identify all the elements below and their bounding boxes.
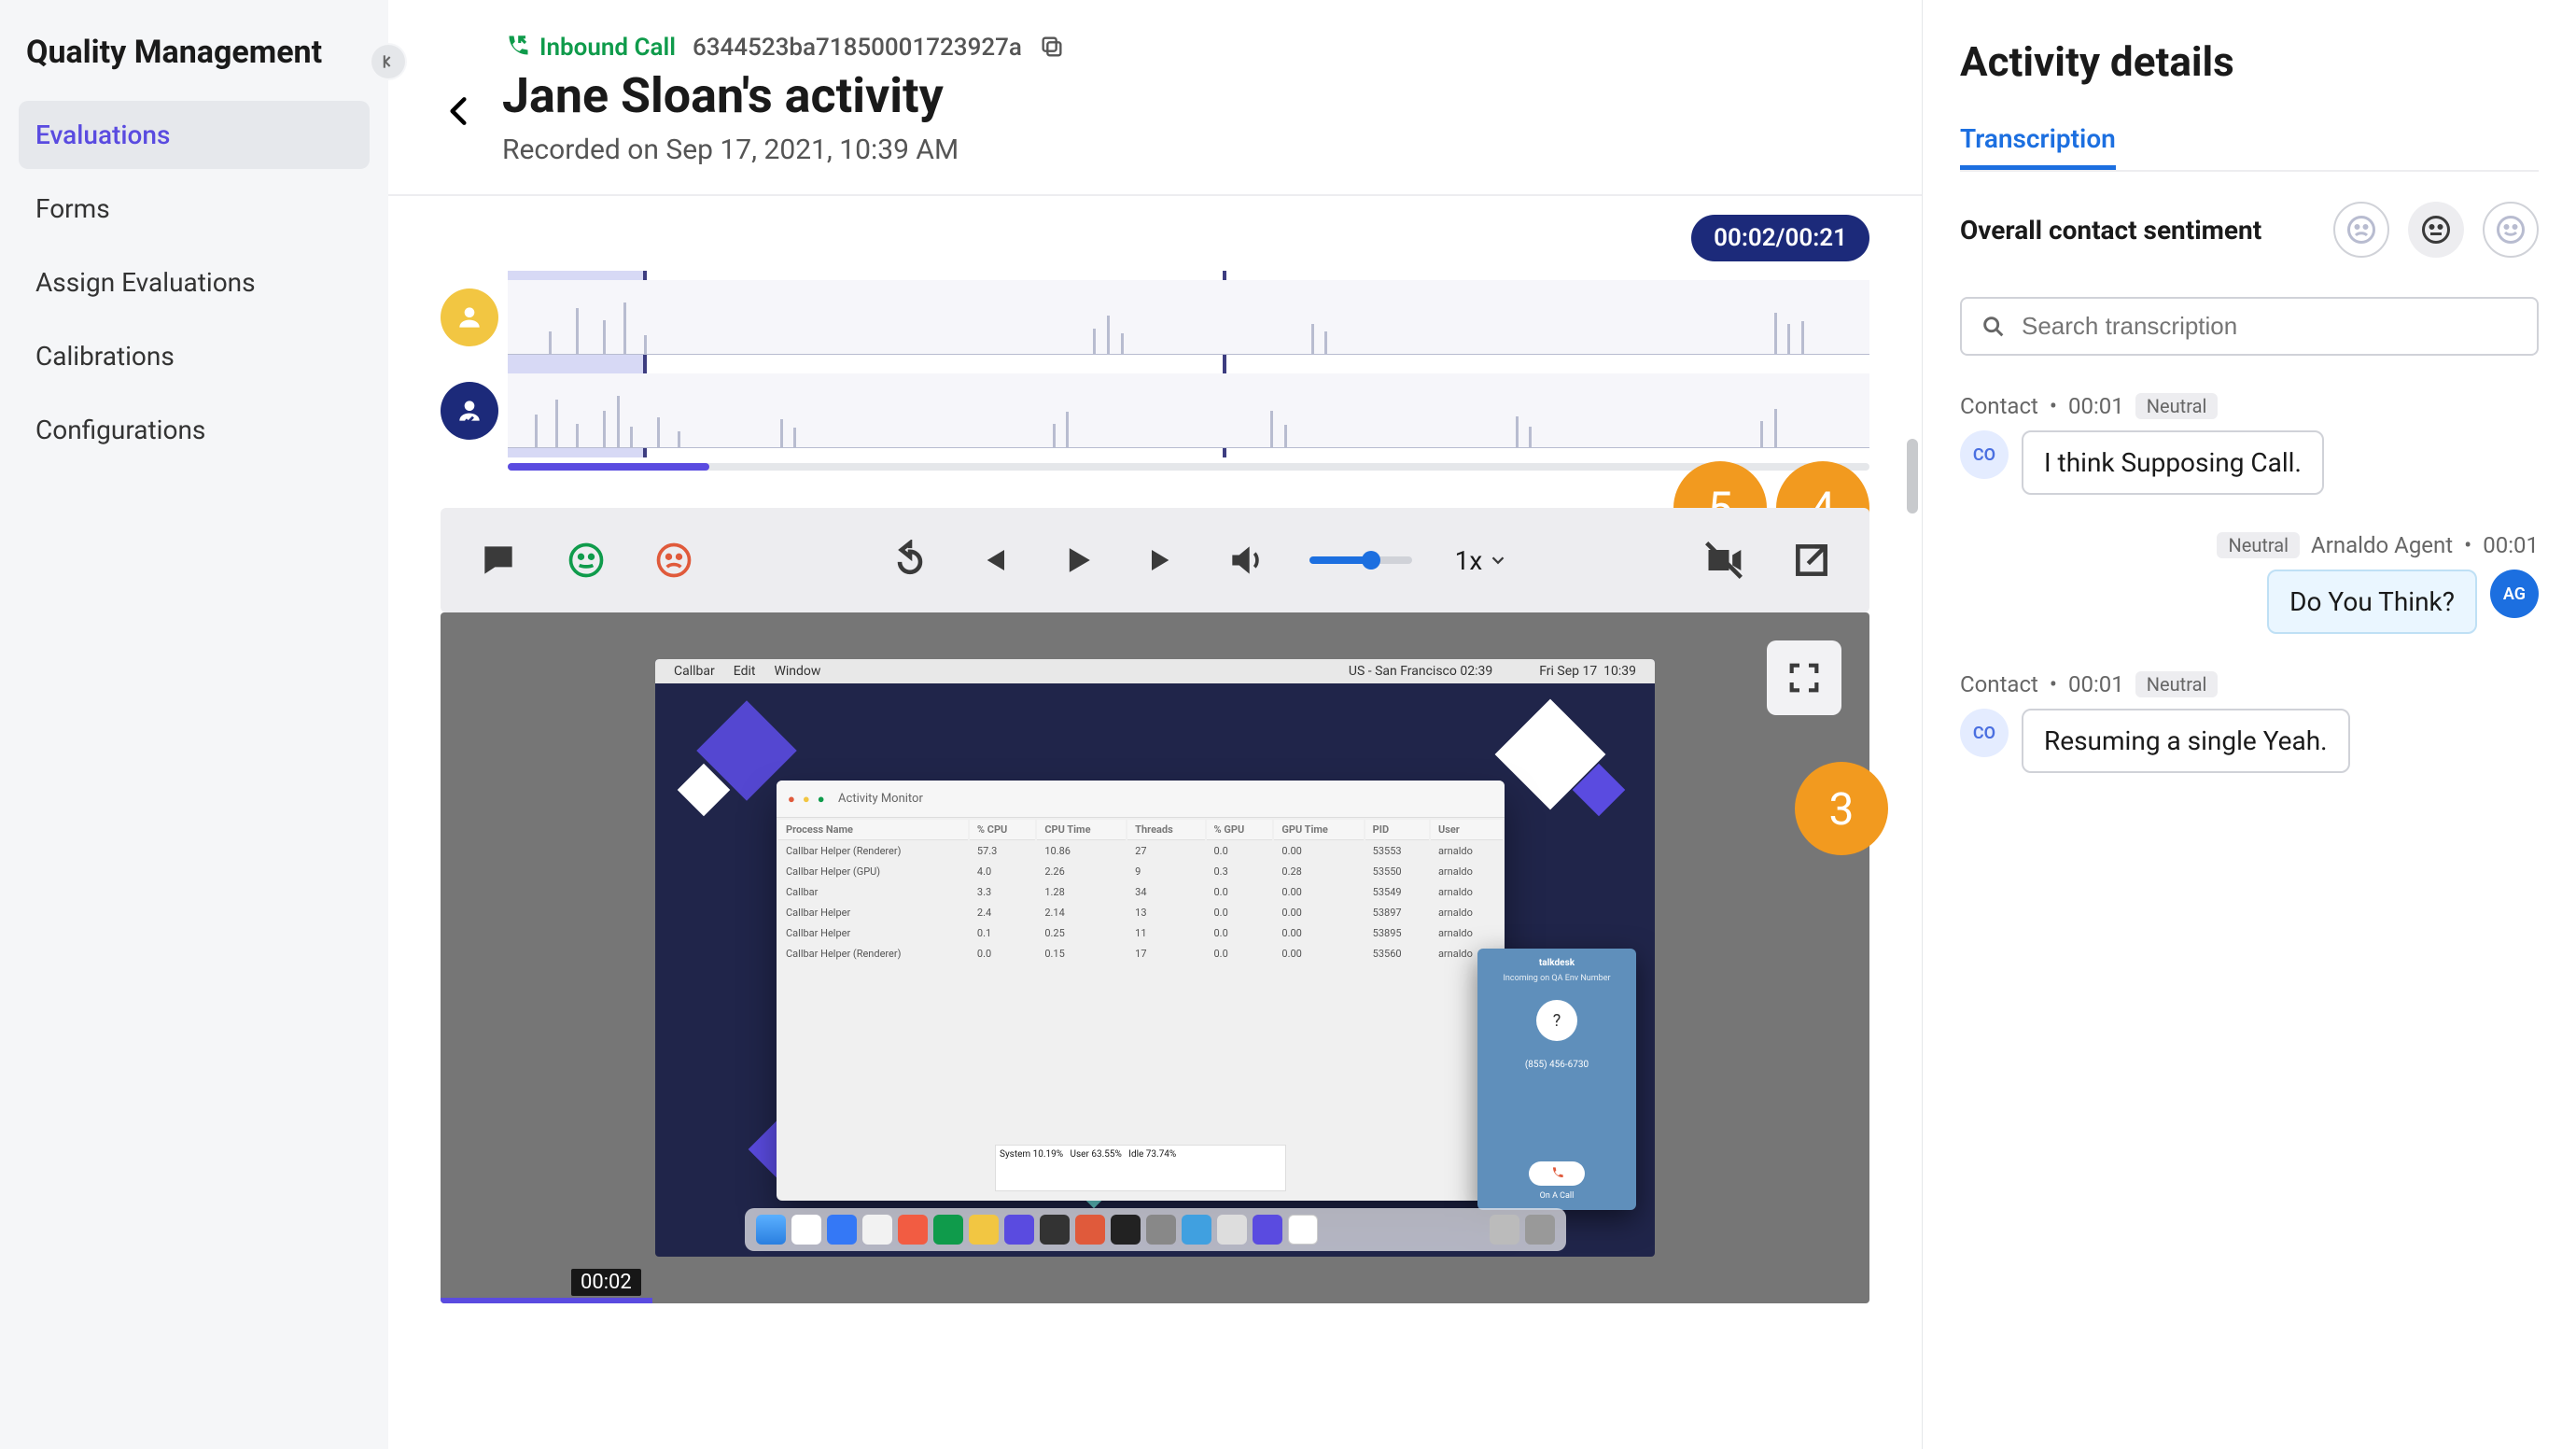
scrollbar-thumb[interactable] [1907,439,1918,513]
screen-recording-frame: CallbarEditWindow US - San Francisco 02:… [655,659,1655,1257]
msg-bubble[interactable]: Do You Think? [2267,570,2477,634]
sentiment-negative-button[interactable] [2333,202,2389,258]
toggle-video-button[interactable] [1703,540,1744,581]
main-content: Inbound Call 6344523ba71850001723927a Ja… [388,0,1923,1449]
msg-time: 00:01 [2483,532,2539,558]
video-time-label: 00:02 [571,1269,641,1296]
sidebar-title: Quality Management [19,34,370,71]
play-button[interactable] [1057,540,1099,581]
fullscreen-button[interactable] [1767,640,1841,715]
add-comment-button[interactable] [478,540,519,581]
fullscreen-icon [1785,659,1823,696]
player-area: 00:02/00:21 [388,196,1922,1449]
msg-sentiment-pill: Neutral [2135,393,2219,419]
collapse-sidebar-button[interactable] [371,45,405,78]
screen-recording-player[interactable]: CallbarEditWindow US - San Francisco 02:… [441,612,1869,1303]
agent-avatar: AG [2490,570,2539,618]
msg-time: 00:01 [2068,393,2124,419]
transcript-message: Contact • 00:01 Neutral CO Resuming a si… [1960,671,2539,773]
seek-bar-progress [508,463,709,471]
customer-avatar-icon [441,288,498,346]
call-id: 6344523ba71850001723927a [693,34,1022,62]
nav-assign-evaluations[interactable]: Assign Evaluations [19,248,370,317]
volume-button[interactable] [1225,540,1267,581]
player-controls: 1x [441,508,1869,612]
contact-avatar: CO [1960,430,2009,479]
next-track-button[interactable] [1141,540,1183,581]
transcription-search-input[interactable] [2022,312,2518,341]
recorded-timestamp: Recorded on Sep 17, 2021, 10:39 AM [502,134,1869,166]
nav-evaluations[interactable]: Evaluations [19,101,370,169]
msg-sentiment-pill: Neutral [2135,671,2219,697]
agent-avatar-icon [441,382,498,440]
sidebar: Quality Management Evaluations Forms Ass… [0,0,388,1449]
video-progress [441,1298,652,1303]
playback-speed-label: 1x [1455,545,1483,576]
search-icon [1981,314,2007,340]
copy-icon [1039,34,1065,60]
softphone-widget: talkdesk Incoming on QA Env Number ? (85… [1477,949,1636,1210]
transcript-message: Neutral Arnaldo Agent • 00:01 AG Do You … [1960,532,2539,634]
nav-calibrations[interactable]: Calibrations [19,322,370,390]
details-tabs: Transcription [1960,123,2539,172]
customer-waveform-track [508,280,1869,355]
mark-neutral-button[interactable] [566,540,607,581]
mark-negative-button[interactable] [653,540,694,581]
activity-details-panel: Activity details Transcription Overall c… [1923,0,2576,1449]
rewind-button[interactable] [889,540,931,581]
details-title: Activity details [1960,37,2539,86]
tab-transcription[interactable]: Transcription [1960,123,2116,170]
msg-time: 00:01 [2068,671,2124,697]
annotation-badge-3[interactable]: 3 [1795,762,1888,855]
back-button[interactable] [441,34,476,133]
volume-slider[interactable] [1309,556,1412,564]
transcription-search[interactable] [1960,297,2539,356]
msg-sentiment-pill: Neutral [2217,532,2300,558]
msg-bubble[interactable]: I think Supposing Call. [2022,430,2324,495]
chevron-down-icon [1488,550,1508,570]
agent-waveform-track [508,373,1869,448]
inbound-call-icon [502,34,530,62]
sentiment-positive-button[interactable] [2483,202,2539,258]
sentiment-label: Overall contact sentiment [1960,215,2261,246]
msg-who: Contact [1960,671,2038,697]
chevron-left-bar-icon [379,52,398,71]
transcript-list: Contact • 00:01 Neutral CO I think Suppo… [1960,393,2539,773]
volume-thumb[interactable] [1362,551,1380,570]
seek-bar[interactable] [508,463,1869,471]
msg-who: Contact [1960,393,2038,419]
popout-button[interactable] [1791,540,1832,581]
nav-configurations[interactable]: Configurations [19,396,370,464]
contact-avatar: CO [1960,709,2009,757]
call-direction-label: Inbound Call [539,34,676,62]
activity-title: Jane Sloan's activity [502,67,1869,124]
sentiment-neutral-button[interactable] [2408,202,2464,258]
copy-id-button[interactable] [1039,34,1067,62]
playback-time-badge: 00:02/00:21 [1691,215,1869,261]
call-direction: Inbound Call [502,34,676,62]
activity-header: Inbound Call 6344523ba71850001723927a Ja… [388,0,1922,196]
msg-who: Arnaldo Agent [2311,532,2453,558]
waveform-block[interactable] [441,271,1869,457]
nav-forms[interactable]: Forms [19,175,370,243]
transcript-message: Contact • 00:01 Neutral CO I think Suppo… [1960,393,2539,495]
msg-bubble[interactable]: Resuming a single Yeah. [2022,709,2350,773]
playback-speed-selector[interactable]: 1x [1455,545,1509,576]
prev-track-button[interactable] [973,540,1015,581]
